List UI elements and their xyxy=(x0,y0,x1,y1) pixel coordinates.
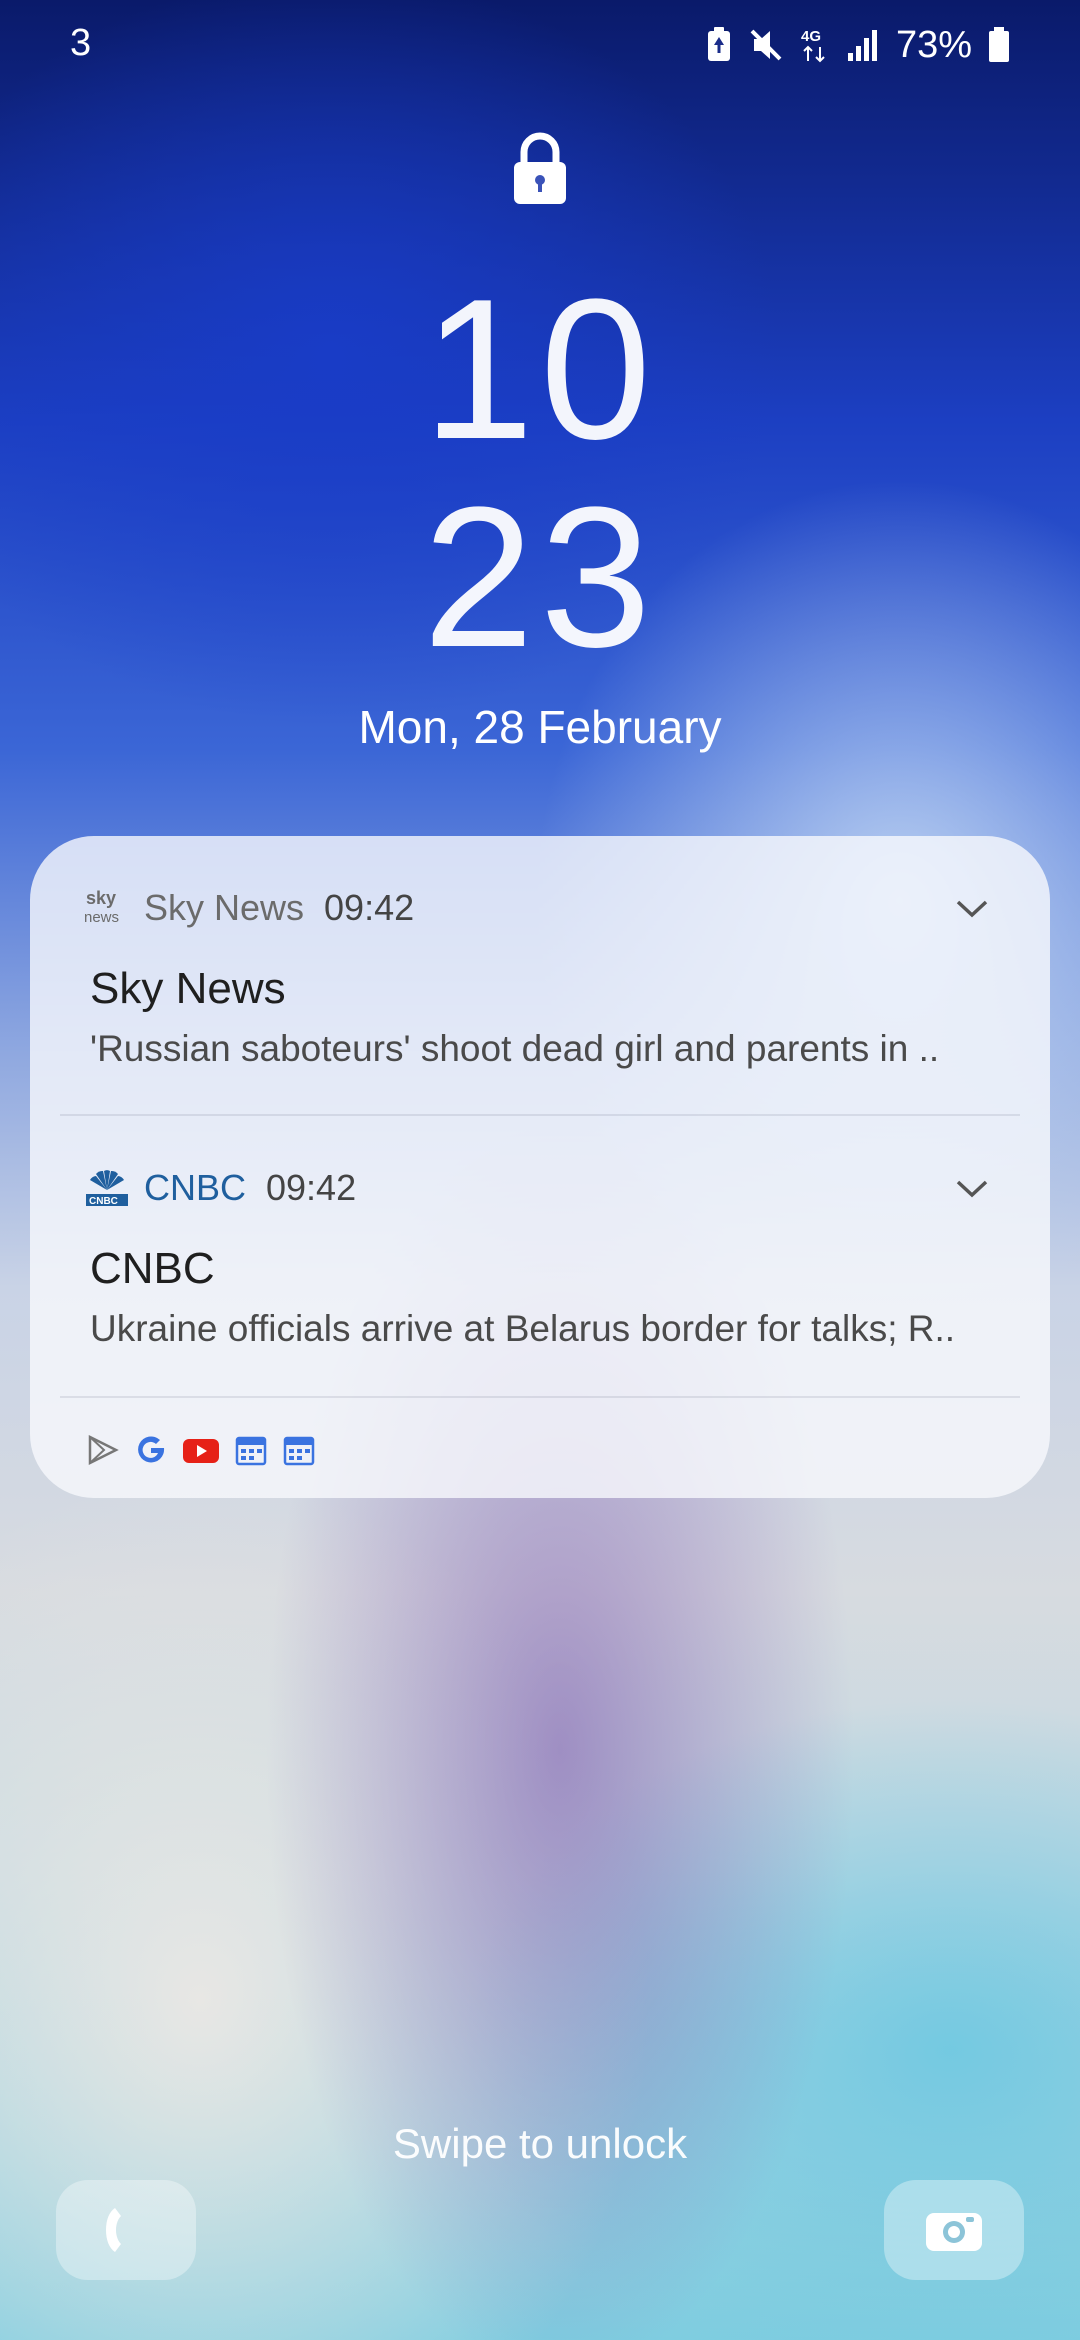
date-label: Mon, 28 February xyxy=(358,701,722,753)
calendar-icon[interactable] xyxy=(282,1433,316,1467)
notification-count: 3 xyxy=(70,22,92,64)
notification-header: CNBC CNBC 09:42 xyxy=(84,1164,356,1212)
play-store-icon[interactable] xyxy=(86,1433,120,1467)
cnbc-peacock-icon: CNBC xyxy=(86,1170,128,1207)
clock-minutes: 23 xyxy=(422,466,658,689)
svg-text:news: news xyxy=(84,909,119,926)
notification-title: CNBC xyxy=(90,1244,215,1293)
network-4g-icon: 4G xyxy=(801,28,825,63)
battery-saver-icon xyxy=(707,27,730,61)
youtube-icon[interactable] xyxy=(182,1433,220,1467)
notification-header: sky news Sky News 09:42 xyxy=(84,884,414,932)
signal-icon xyxy=(847,30,877,61)
phone-icon xyxy=(106,2208,121,2252)
notification-card[interactable]: sky news Sky News 09:42 Sky News 'Russia… xyxy=(30,836,1050,1498)
calendar-icon[interactable] xyxy=(234,1433,268,1467)
chevron-down-icon[interactable] xyxy=(952,1168,992,1208)
sky-news-logo-icon: sky news xyxy=(84,888,119,926)
mute-icon xyxy=(750,29,782,61)
notification-time: 09:42 xyxy=(324,887,415,928)
app-name: Sky News xyxy=(144,887,305,928)
notification-time: 09:42 xyxy=(266,1167,357,1208)
network-label: 4G xyxy=(801,28,821,45)
app-name: CNBC xyxy=(144,1167,247,1208)
status-bar: 3 4G 73% xyxy=(0,0,1080,90)
divider xyxy=(60,1396,1020,1398)
battery-icon xyxy=(989,27,1009,62)
notification-sky-news[interactable]: sky news Sky News 09:42 Sky News 'Russia… xyxy=(30,836,1050,1116)
svg-text:sky: sky xyxy=(86,888,116,908)
camera-shortcut-button[interactable] xyxy=(884,2180,1024,2280)
notification-app-tray[interactable] xyxy=(86,1432,316,1468)
chevron-down-icon[interactable] xyxy=(952,888,992,928)
swipe-to-unlock-hint: Swipe to unlock xyxy=(392,2120,688,2167)
notification-cnbc[interactable]: CNBC CNBC 09:42 CNBC Ukraine officials a… xyxy=(30,1116,1050,1396)
status-icons: 4G 73% xyxy=(706,20,1010,70)
battery-percent: 73% xyxy=(895,23,972,66)
clock-hours: 10 xyxy=(422,258,658,481)
lock-icon xyxy=(514,132,566,204)
phone-shortcut-button[interactable] xyxy=(56,2180,196,2280)
notification-body: 'Russian saboteurs' shoot dead girl and … xyxy=(90,1028,940,1069)
camera-icon xyxy=(926,2213,982,2251)
google-icon[interactable] xyxy=(134,1433,168,1467)
notification-title: Sky News xyxy=(90,964,286,1013)
svg-text:CNBC: CNBC xyxy=(89,1196,118,1207)
notification-body: Ukraine officials arrive at Belarus bord… xyxy=(90,1308,956,1349)
